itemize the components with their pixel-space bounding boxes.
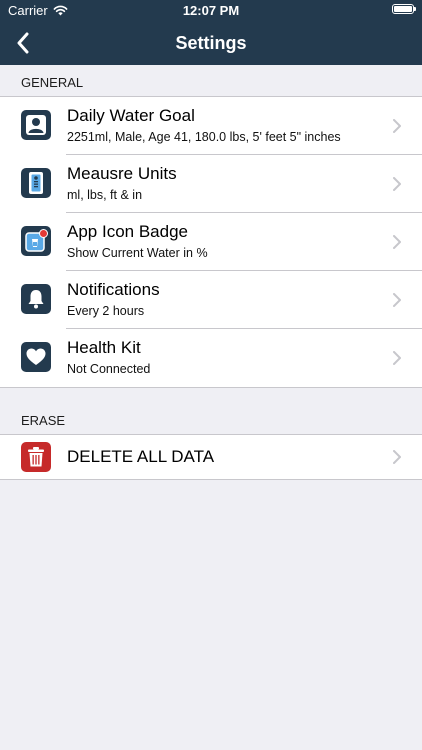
delete-all-data-row[interactable]: DELETE ALL DATA <box>0 435 422 479</box>
section-header-erase: ERASE <box>21 413 66 428</box>
measure-icon <box>21 168 51 198</box>
person-icon <box>21 110 51 140</box>
status-bar: Carrier 12:07 PM <box>0 0 422 22</box>
row-title: DELETE ALL DATA <box>67 447 215 466</box>
navigation-bar: Settings <box>0 22 422 65</box>
health-kit-row[interactable]: Health Kit Not Connected <box>0 329 422 387</box>
notifications-row[interactable]: Notifications Every 2 hours <box>0 271 422 329</box>
badge-icon <box>21 226 51 256</box>
battery-icon <box>392 4 416 14</box>
bell-icon <box>21 284 51 314</box>
row-subtitle: Every 2 hours <box>67 304 145 318</box>
row-subtitle: Show Current Water in % <box>67 246 208 260</box>
app-icon-badge-row[interactable]: App Icon Badge Show Current Water in % <box>0 213 422 271</box>
heart-icon <box>21 342 51 372</box>
top-bar: Carrier 12:07 PM Settings <box>0 0 422 65</box>
erase-settings-list: DELETE ALL DATA <box>0 434 422 480</box>
trash-icon <box>21 442 51 472</box>
row-title: Daily Water Goal <box>67 106 195 125</box>
chevron-right-icon <box>393 450 401 464</box>
chevron-right-icon <box>393 119 401 133</box>
row-subtitle: 2251ml, Male, Age 41, 180.0 lbs, 5' feet… <box>67 130 341 144</box>
chevron-right-icon <box>393 177 401 191</box>
row-subtitle: Not Connected <box>67 362 151 376</box>
row-title: Meausre Units <box>67 164 177 183</box>
chevron-right-icon <box>393 351 401 365</box>
measure-units-row[interactable]: Meausre Units ml, lbs, ft & in <box>0 155 422 213</box>
general-settings-list: Daily Water Goal 2251ml, Male, Age 41, 1… <box>0 96 422 388</box>
row-subtitle: ml, lbs, ft & in <box>67 188 143 202</box>
daily-water-goal-row[interactable]: Daily Water Goal 2251ml, Male, Age 41, 1… <box>0 97 422 155</box>
section-header-general: GENERAL <box>21 75 84 90</box>
chevron-right-icon <box>393 293 401 307</box>
page-title: Settings <box>175 33 247 53</box>
row-title: Notifications <box>67 280 160 299</box>
row-title: Health Kit <box>67 338 141 357</box>
status-time: 12:07 PM <box>182 3 240 18</box>
chevron-right-icon <box>393 235 401 249</box>
row-title: App Icon Badge <box>67 222 188 241</box>
